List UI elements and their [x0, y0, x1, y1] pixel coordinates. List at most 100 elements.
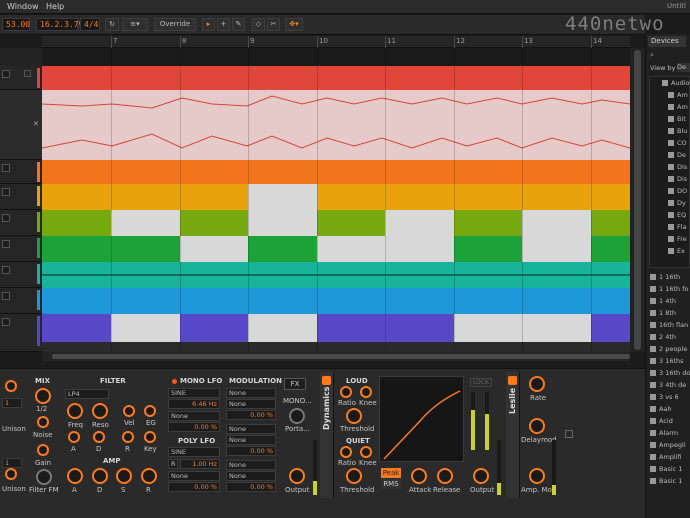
poly-target-dropdown[interactable]: None [168, 471, 220, 481]
mod-amount-value[interactable]: 0.00 % [226, 410, 276, 420]
split-tool-icon[interactable]: ✂ [267, 18, 280, 31]
attack-knob[interactable] [411, 468, 427, 484]
lfo-target-dropdown[interactable]: None [168, 411, 220, 421]
preset-item[interactable]: Aah [650, 403, 690, 415]
devices-tab[interactable]: Devices [648, 36, 686, 47]
preset-item[interactable]: Alarm [650, 427, 690, 439]
release-knob[interactable] [437, 468, 453, 484]
close-icon[interactable]: ✕ [33, 120, 39, 128]
filter-a-knob[interactable] [68, 431, 80, 443]
tree-item[interactable]: Fre [668, 233, 690, 245]
portamento-knob[interactable] [289, 408, 305, 424]
preset-item[interactable]: 2 people [650, 343, 690, 355]
preset-item[interactable]: 1 16th fo [650, 283, 690, 295]
poly-retrigger-button[interactable]: R [168, 459, 178, 469]
lfo-rate-value[interactable]: 6.46 Hz [168, 399, 220, 409]
search-icon[interactable]: ⌕ [650, 51, 654, 60]
position-display[interactable]: 16.2.3.79 [36, 18, 83, 31]
tree-item[interactable]: DO [668, 185, 690, 197]
unison-count[interactable]: 1 [2, 398, 22, 408]
freq-knob[interactable] [67, 403, 83, 419]
poly-wave-dropdown[interactable]: SINE [168, 447, 220, 457]
tree-item[interactable]: Fla [668, 221, 690, 233]
vertical-scroll-thumb[interactable] [634, 50, 641, 350]
amp-s-knob[interactable] [116, 468, 132, 484]
preset-item[interactable]: 3 4th de [650, 379, 690, 391]
track-activate-icon[interactable] [2, 266, 10, 274]
track-activate-icon[interactable] [2, 292, 10, 300]
mod-target-dropdown[interactable]: None [226, 399, 276, 409]
rms-button[interactable]: RMS [381, 479, 401, 489]
mod-amount-value[interactable]: 0.00 % [226, 446, 276, 456]
track-header[interactable] [0, 288, 42, 314]
mod-target-dropdown[interactable]: None [226, 435, 276, 445]
track-arm-icon[interactable] [24, 70, 31, 77]
preset-item[interactable]: 1 8th [650, 307, 690, 319]
eg-knob[interactable] [144, 405, 156, 417]
track-header[interactable] [0, 314, 42, 352]
track-header-automation[interactable]: ✕ [0, 90, 42, 160]
rate-knob[interactable] [529, 376, 545, 392]
track-activate-icon[interactable] [2, 188, 10, 196]
lfo-wave-dropdown[interactable]: SINE [168, 388, 220, 398]
noise-knob[interactable] [37, 416, 49, 428]
track-activate-icon[interactable] [2, 164, 10, 172]
preset-item[interactable]: Acid [650, 415, 690, 427]
menu-help[interactable]: Help [46, 2, 64, 11]
tree-item[interactable]: Dis [668, 161, 690, 173]
override-button[interactable]: Override [154, 18, 196, 31]
tree-item[interactable]: Am [668, 89, 690, 101]
track-activate-icon[interactable] [2, 214, 10, 222]
reso-knob[interactable] [92, 403, 108, 419]
tree-item[interactable]: Bit [668, 113, 690, 125]
track-header[interactable] [0, 236, 42, 262]
preset-item[interactable]: 2 4th [650, 331, 690, 343]
automation-lane[interactable] [42, 90, 630, 160]
preset-item[interactable]: 1 16th [650, 271, 690, 283]
filter-r-knob[interactable] [122, 431, 134, 443]
tree-item[interactable]: CO [668, 137, 690, 149]
mix-knob[interactable] [35, 388, 51, 404]
delaymod-knob[interactable] [529, 418, 545, 434]
tree-item[interactable]: Audio [662, 77, 690, 89]
mod-amount-value[interactable]: 0.00 % [226, 482, 276, 492]
preset-item[interactable]: 3 16th do [650, 367, 690, 379]
track-header[interactable] [0, 66, 42, 90]
menu-window[interactable]: Window [7, 2, 39, 11]
clip-teal[interactable] [42, 262, 630, 288]
lfo-amount-value[interactable]: 0.00 % [168, 422, 220, 432]
preset-item[interactable]: 3 vs 6 [650, 391, 690, 403]
tree-item[interactable]: EQ [668, 209, 690, 221]
view-by-dropdown[interactable]: De [677, 63, 690, 72]
quiet-ratio-knob[interactable] [340, 446, 352, 458]
tree-item[interactable]: Blu [668, 125, 690, 137]
track-header[interactable] [0, 210, 42, 236]
clip-purple[interactable] [42, 314, 630, 352]
quiet-knee-knob[interactable] [360, 446, 372, 458]
timeline-ruler[interactable]: 7 8 9 10 11 12 13 14 [42, 36, 630, 48]
automation-mode-icon[interactable]: ≡▾ [122, 18, 148, 31]
tree-item[interactable]: Dy [668, 197, 690, 209]
preset-item[interactable]: 16th flan [650, 319, 690, 331]
fx-button[interactable]: FX [284, 378, 306, 390]
pencil-tool-icon[interactable]: ✎ [232, 18, 245, 31]
track-activate-icon[interactable] [2, 70, 10, 78]
loop-icon[interactable]: ↻ [105, 18, 119, 31]
device-power-icon[interactable] [322, 376, 331, 385]
loud-knee-knob[interactable] [360, 386, 372, 398]
filter-d-knob[interactable] [93, 431, 105, 443]
preset-item[interactable]: Basic 1 [650, 463, 690, 475]
clip-orange[interactable] [42, 160, 630, 184]
key-knob[interactable] [144, 431, 156, 443]
track-header[interactable] [0, 184, 42, 210]
track-header[interactable] [0, 160, 42, 184]
snap-grid-icon[interactable]: ✥▾ [285, 18, 303, 31]
mod-source-dropdown[interactable]: None [226, 424, 276, 434]
tree-item[interactable]: Am [668, 101, 690, 113]
filter-type-dropdown[interactable]: LP4 [65, 389, 109, 399]
mod-source-dropdown[interactable]: None [226, 388, 276, 398]
add-device-icon[interactable] [565, 430, 573, 438]
preset-item[interactable]: Basic 1 [650, 475, 690, 487]
preset-item[interactable]: 3 16ths [650, 355, 690, 367]
gain-knob[interactable] [37, 444, 49, 456]
